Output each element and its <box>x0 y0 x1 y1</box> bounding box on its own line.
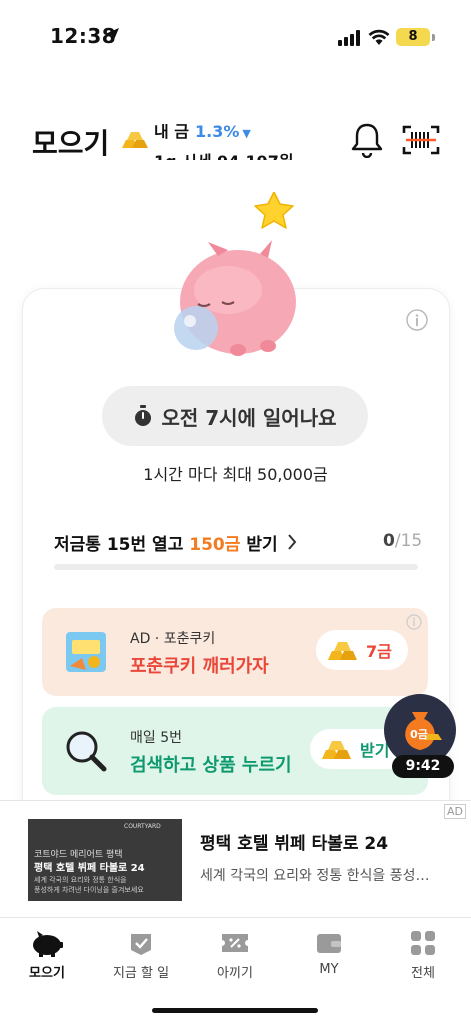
nav-item-todo[interactable]: 지금 할 일 <box>94 928 188 981</box>
ad-badge[interactable]: AD <box>444 804 466 819</box>
gold-bars-icon <box>322 741 351 759</box>
nav-item-collect[interactable]: 모으기 <box>0 928 94 981</box>
bell-icon[interactable] <box>350 122 384 158</box>
caret-down-icon: ▼ <box>242 127 251 140</box>
page-title: 모으기 <box>32 127 110 160</box>
ad-thumb-line4: 풍성하게 차려낸 다이닝을 즐겨보세요 <box>34 886 144 894</box>
ad-title: 평택 호텔 뷔페 타볼로 24 <box>200 834 389 854</box>
offer-subtitle: AD · 포춘쿠키 <box>130 631 216 647</box>
offer-title: 포춘쿠키 깨러가자 <box>130 656 269 677</box>
cellular-signal-icon <box>338 30 360 46</box>
info-icon[interactable] <box>406 309 428 331</box>
fortune-cookie-offer[interactable]: AD · 포춘쿠키 포춘쿠키 깨러가자 7금 <box>42 608 428 696</box>
ad-thumb-line3: 세계 각국의 요리와 정통 한식을 <box>34 876 127 884</box>
offer-title: 검색하고 상품 누르기 <box>130 755 292 776</box>
nav-label: 전체 <box>411 966 435 981</box>
piggy-bank-illustration[interactable] <box>168 192 308 362</box>
reward-pill[interactable]: 7금 <box>316 630 408 670</box>
location-arrow-icon <box>105 28 119 42</box>
battery-indicator: 8 <box>396 28 430 46</box>
nav-label: MY <box>319 962 339 977</box>
gold-bars-icon <box>328 642 357 660</box>
wake-time-label: 오전 7시에 일어나요 <box>161 405 337 430</box>
wake-time-pill: 오전 7시에 일어나요 <box>102 386 368 446</box>
gold-change: 1.3% <box>195 124 240 141</box>
mission-progress-bar <box>54 564 418 570</box>
app-header: 모으기 내 금 1.3%▼ 1g 시세 94,197원 <box>0 116 471 170</box>
nav-label: 모으기 <box>29 966 65 981</box>
gold-label: 내 금 <box>154 124 190 141</box>
gold-bars-icon <box>122 132 148 148</box>
ad-banner[interactable]: COURTYARD 코트야드 메리어트 평택 평택 호텔 뷔페 타볼로 24 세… <box>0 800 471 918</box>
wallet-icon <box>317 934 341 953</box>
status-bar: 12:38 8 <box>0 0 471 76</box>
floating-badge-text: 0금 <box>410 728 428 741</box>
floating-timer: 9:42 <box>392 755 454 778</box>
magnifier-icon <box>66 731 107 772</box>
offer-subtitle: 매일 5번 <box>130 730 182 746</box>
grid-icon <box>411 931 435 955</box>
gold-price-ticker[interactable]: 내 금 1.3%▼ 1g 시세 94,197원 <box>120 124 310 160</box>
coupon-icon <box>222 934 248 952</box>
chevron-right-icon[interactable] <box>286 533 298 551</box>
barcode-scan-icon[interactable] <box>402 124 440 156</box>
ad-thumbnail: COURTYARD 코트야드 메리어트 평택 평택 호텔 뷔페 타볼로 24 세… <box>28 819 182 901</box>
gold-ticker-line1: 내 금 1.3% ▼ <box>154 124 251 142</box>
search-product-offer[interactable]: 매일 5번 검색하고 상품 누르기 받기 <box>42 707 428 795</box>
ad-description: 세계 각국의 요리와 정통 한식을 풍성하게 즐겨보세요 <box>200 868 436 884</box>
wifi-icon <box>368 29 390 45</box>
nav-label: 지금 할 일 <box>112 966 170 981</box>
battery-tip <box>432 34 435 41</box>
nav-label: 아끼기 <box>217 966 253 981</box>
nav-item-my[interactable]: MY <box>282 928 376 977</box>
home-indicator <box>152 1008 318 1013</box>
stopwatch-icon <box>135 405 152 426</box>
mission-count-current: 0 <box>383 531 395 551</box>
piggy-bank-icon <box>33 931 63 957</box>
ad-thumb-line2: 평택 호텔 뷔페 타볼로 24 <box>34 863 145 874</box>
floating-gold-widget[interactable]: 0금 9:42 <box>384 694 456 784</box>
mission-prefix: 저금통 15번 열고 <box>54 535 190 555</box>
nav-item-save[interactable]: 아끼기 <box>188 928 282 981</box>
hourly-reward-text: 1시간 마다 최대 50,000금 <box>143 465 328 484</box>
mission-title[interactable]: 저금통 15번 열고 150금 받기 <box>54 530 278 555</box>
nav-item-all[interactable]: 전체 <box>376 928 470 981</box>
mission-count-total: /15 <box>394 531 423 551</box>
mission-suffix: 받기 <box>240 535 278 555</box>
mission-progress-count: 0/15 <box>383 531 422 551</box>
info-icon[interactable] <box>406 614 422 630</box>
fortune-cookie-thumbnail <box>66 632 106 672</box>
reward-amount: 7금 <box>366 642 392 661</box>
ad-thumb-brand: COURTYARD <box>124 823 161 830</box>
bottom-navigation: 모으기 지금 할 일 아끼기 MY 전체 <box>0 918 471 988</box>
task-badge-icon <box>131 934 151 955</box>
gold-ticker-line2: 1g 시세 94,197원 <box>154 148 294 160</box>
mission-reward: 150금 <box>189 535 241 555</box>
